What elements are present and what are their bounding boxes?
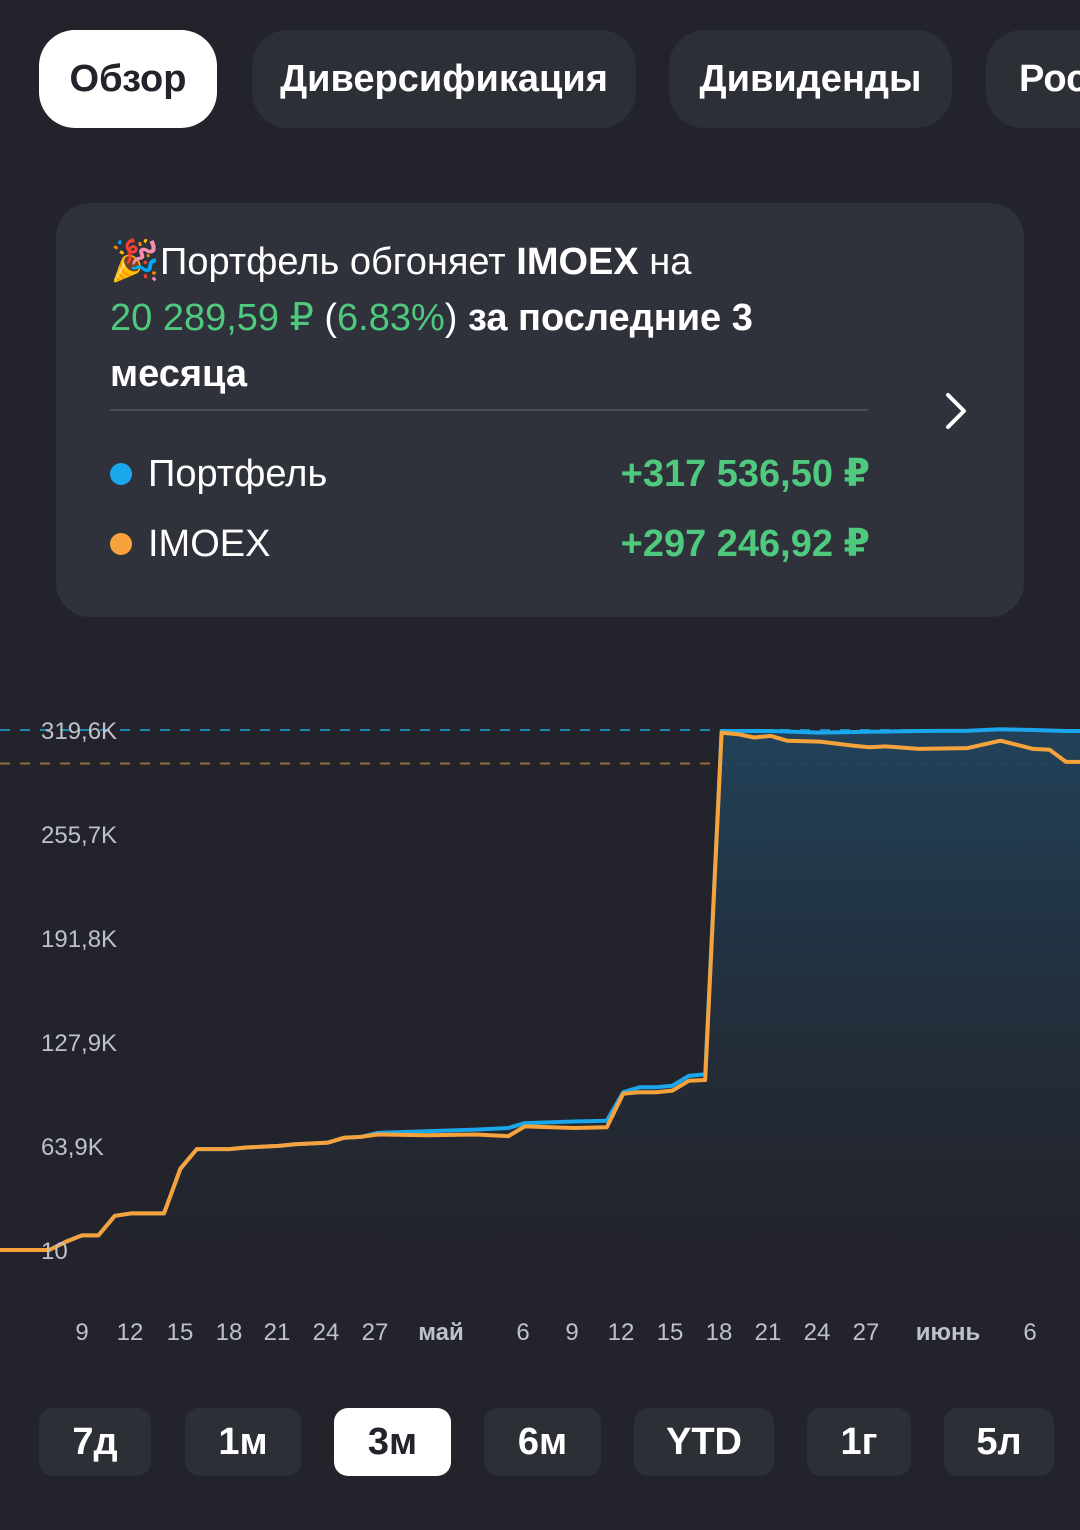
paren-close: ) (444, 297, 458, 339)
x-tick-label: 6 (516, 1319, 529, 1346)
x-tick-label: 9 (75, 1319, 88, 1346)
portfolio-color-dot (110, 463, 132, 485)
period-7d-button[interactable]: 7д (39, 1408, 151, 1476)
period-5y-button[interactable]: 5л (944, 1408, 1054, 1476)
period-1m-button[interactable]: 1м (185, 1408, 301, 1476)
comparison-headline: 🎉Портфель обгоняет IMOEX на 20 289,59 ₽ … (110, 233, 830, 402)
period-1y-button[interactable]: 1г (807, 1408, 911, 1476)
x-tick-label: 12 (117, 1319, 144, 1346)
legend-label-portfolio: Портфель (148, 453, 328, 495)
x-tick-label: 12 (608, 1319, 635, 1346)
card-divider (110, 409, 868, 411)
x-tick-label: май (418, 1319, 464, 1346)
x-tick-label: июнь (916, 1319, 981, 1346)
imoex-color-dot (110, 533, 132, 555)
period-6m-button[interactable]: 6м (484, 1408, 601, 1476)
legend-value-portfolio: +317 536,50 ₽ (620, 453, 870, 495)
party-popper-icon: 🎉 (110, 239, 160, 283)
headline-prefix: Портфель обгоняет (160, 241, 517, 283)
period-selector: 7д 1м 3м 6м YTD 1г 5л (0, 1408, 1080, 1478)
y-tick-label: 10 (41, 1238, 68, 1265)
tab-overview[interactable]: Обзор (39, 30, 217, 128)
y-tick-label: 127,9K (41, 1030, 117, 1057)
y-tick-label: 191,8K (41, 926, 117, 953)
x-tick-label: 15 (657, 1319, 684, 1346)
period-ytd-button[interactable]: YTD (634, 1408, 774, 1476)
x-tick-label: 21 (755, 1319, 782, 1346)
period-3m-button[interactable]: 3м (334, 1408, 451, 1476)
y-tick-label: 319,6K (41, 718, 117, 745)
paren-open: ( (313, 297, 338, 339)
outperformance-amount: 20 289,59 ₽ (110, 297, 314, 339)
x-tick-label: 18 (706, 1319, 733, 1346)
legend-label-imoex: IMOEX (148, 523, 271, 565)
x-tick-label: 24 (313, 1319, 340, 1346)
headline-suffix: на (638, 241, 692, 283)
tab-diversification[interactable]: Диверсификация (252, 30, 636, 128)
outperformance-percent: 6.83% (337, 297, 445, 339)
legend-row-portfolio: Портфель +317 536,50 ₽ (110, 449, 870, 499)
headline-index: IMOEX (516, 241, 639, 283)
section-tabs: Обзор Диверсификация Дивиденды Рос (0, 30, 1080, 128)
x-tick-label: 15 (167, 1319, 194, 1346)
performance-chart[interactable]: 319,6K 255,7K 191,8K 127,9K 63,9K 10 9 12 15 18 21… (0, 700, 1080, 1350)
y-tick-label: 63,9K (41, 1134, 104, 1161)
legend-row-imoex: IMOEX +297 246,92 ₽ (110, 519, 870, 569)
portfolio-area (0, 729, 1080, 1250)
legend-value-imoex: +297 246,92 ₽ (620, 523, 870, 565)
comparison-card[interactable]: 🎉Портфель обгоняет IMOEX на 20 289,59 ₽ … (56, 203, 1024, 617)
tab-dividends[interactable]: Дивиденды (669, 30, 952, 128)
x-tick-label: 18 (216, 1319, 243, 1346)
x-tick-label: 24 (804, 1319, 831, 1346)
x-tick-label: 27 (362, 1319, 389, 1346)
x-tick-label: 21 (264, 1319, 291, 1346)
x-tick-label: 6 (1023, 1319, 1036, 1346)
chevron-right-icon[interactable] (936, 391, 976, 431)
y-tick-label: 255,7K (41, 822, 117, 849)
tab-growth[interactable]: Рос (986, 30, 1080, 128)
x-tick-label: 9 (565, 1319, 578, 1346)
x-tick-label: 27 (853, 1319, 880, 1346)
